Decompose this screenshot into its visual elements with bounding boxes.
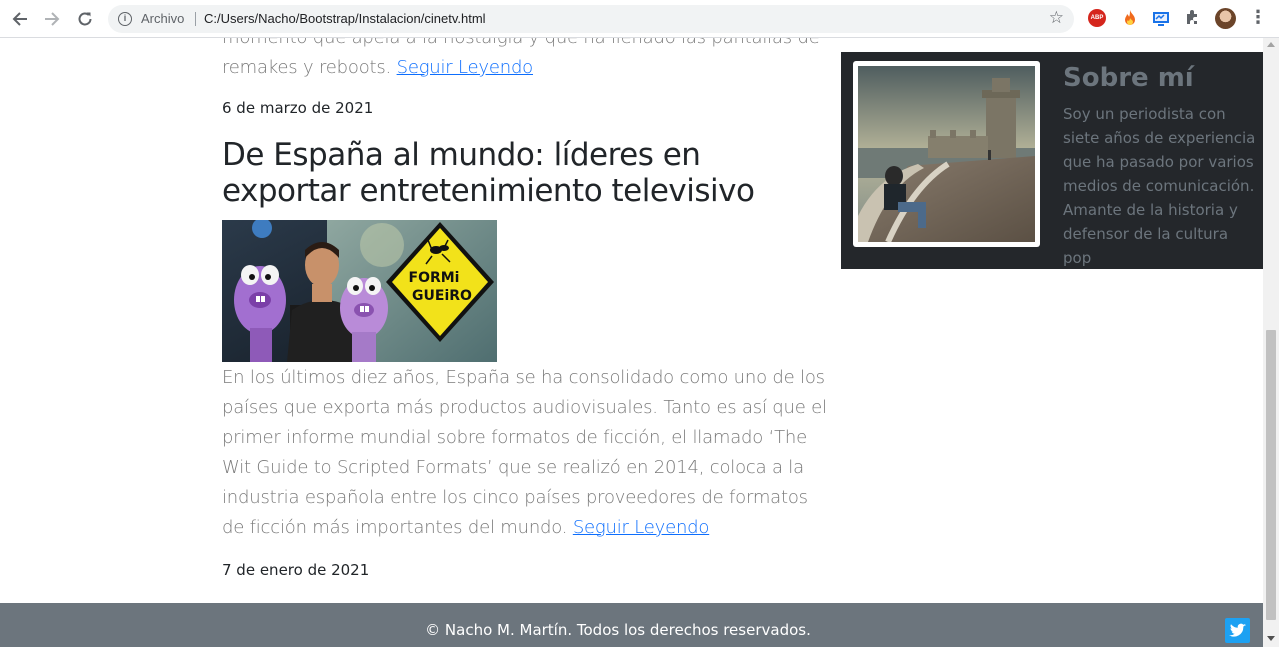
about-photo [853, 61, 1040, 247]
page-viewport: momento que apela a la nostalgia y que h… [0, 38, 1263, 647]
post-excerpt-previous: momento que apela a la nostalgia y que h… [222, 38, 827, 83]
post-title[interactable]: De España al mundo: líderes en exportar … [222, 137, 832, 209]
fire-icon[interactable] [1121, 9, 1139, 27]
omnibox-separator [195, 12, 196, 26]
sign-text-line-2: GUEiRO [412, 288, 472, 304]
footer: © Nacho M. Martín. Todos los derechos re… [0, 603, 1263, 647]
post-excerpt: En los últimos diez años, España se ha c… [222, 363, 827, 543]
reload-icon[interactable] [73, 7, 97, 31]
about-text: Soy un periodista con siete años de expe… [1063, 105, 1256, 267]
address-bar[interactable]: i Archivo C:/Users/Nacho/Bootstrap/Insta… [108, 5, 1074, 33]
read-more-link[interactable]: Seguir Leyendo [573, 517, 710, 538]
post-excerpt-text: En los últimos diez años, España se ha c… [222, 367, 827, 538]
menu-icon[interactable]: ⋮ [1249, 9, 1267, 27]
post-date: 6 de marzo de 2021 [222, 99, 374, 117]
post-date: 7 de enero de 2021 [222, 561, 370, 579]
puzzle-icon[interactable] [1184, 9, 1202, 27]
read-more-link[interactable]: Seguir Leyendo [397, 57, 534, 78]
info-icon[interactable]: i [118, 12, 132, 26]
about-panel: Sobre mí Soy un periodista con siete año… [841, 52, 1263, 269]
sign-text-line-1: FORMi [409, 270, 460, 286]
profile-avatar[interactable] [1215, 8, 1236, 29]
about-title: Sobre mí [1063, 63, 1194, 93]
scroll-up-arrow-icon[interactable] [1267, 42, 1275, 47]
abp-icon[interactable]: ABP [1088, 9, 1106, 27]
twitter-icon[interactable] [1225, 618, 1250, 643]
page-scrollbar[interactable] [1263, 38, 1279, 647]
browser-toolbar: i Archivo C:/Users/Nacho/Bootstrap/Insta… [0, 0, 1279, 38]
copyright-text: © Nacho M. Martín. Todos los derechos re… [425, 621, 811, 639]
monitor-icon[interactable] [1152, 9, 1170, 27]
url-text[interactable]: C:/Users/Nacho/Bootstrap/Instalacion/cin… [204, 11, 486, 26]
post-image: FORMi GUEiRO [222, 220, 497, 362]
back-arrow-icon[interactable] [8, 7, 32, 31]
scheme-label: Archivo [141, 11, 185, 26]
forward-arrow-icon[interactable] [40, 7, 64, 31]
scroll-down-arrow-icon[interactable] [1267, 636, 1275, 641]
scrollbar-thumb[interactable] [1266, 330, 1276, 620]
bookmark-star-icon[interactable]: ☆ [1049, 8, 1064, 28]
